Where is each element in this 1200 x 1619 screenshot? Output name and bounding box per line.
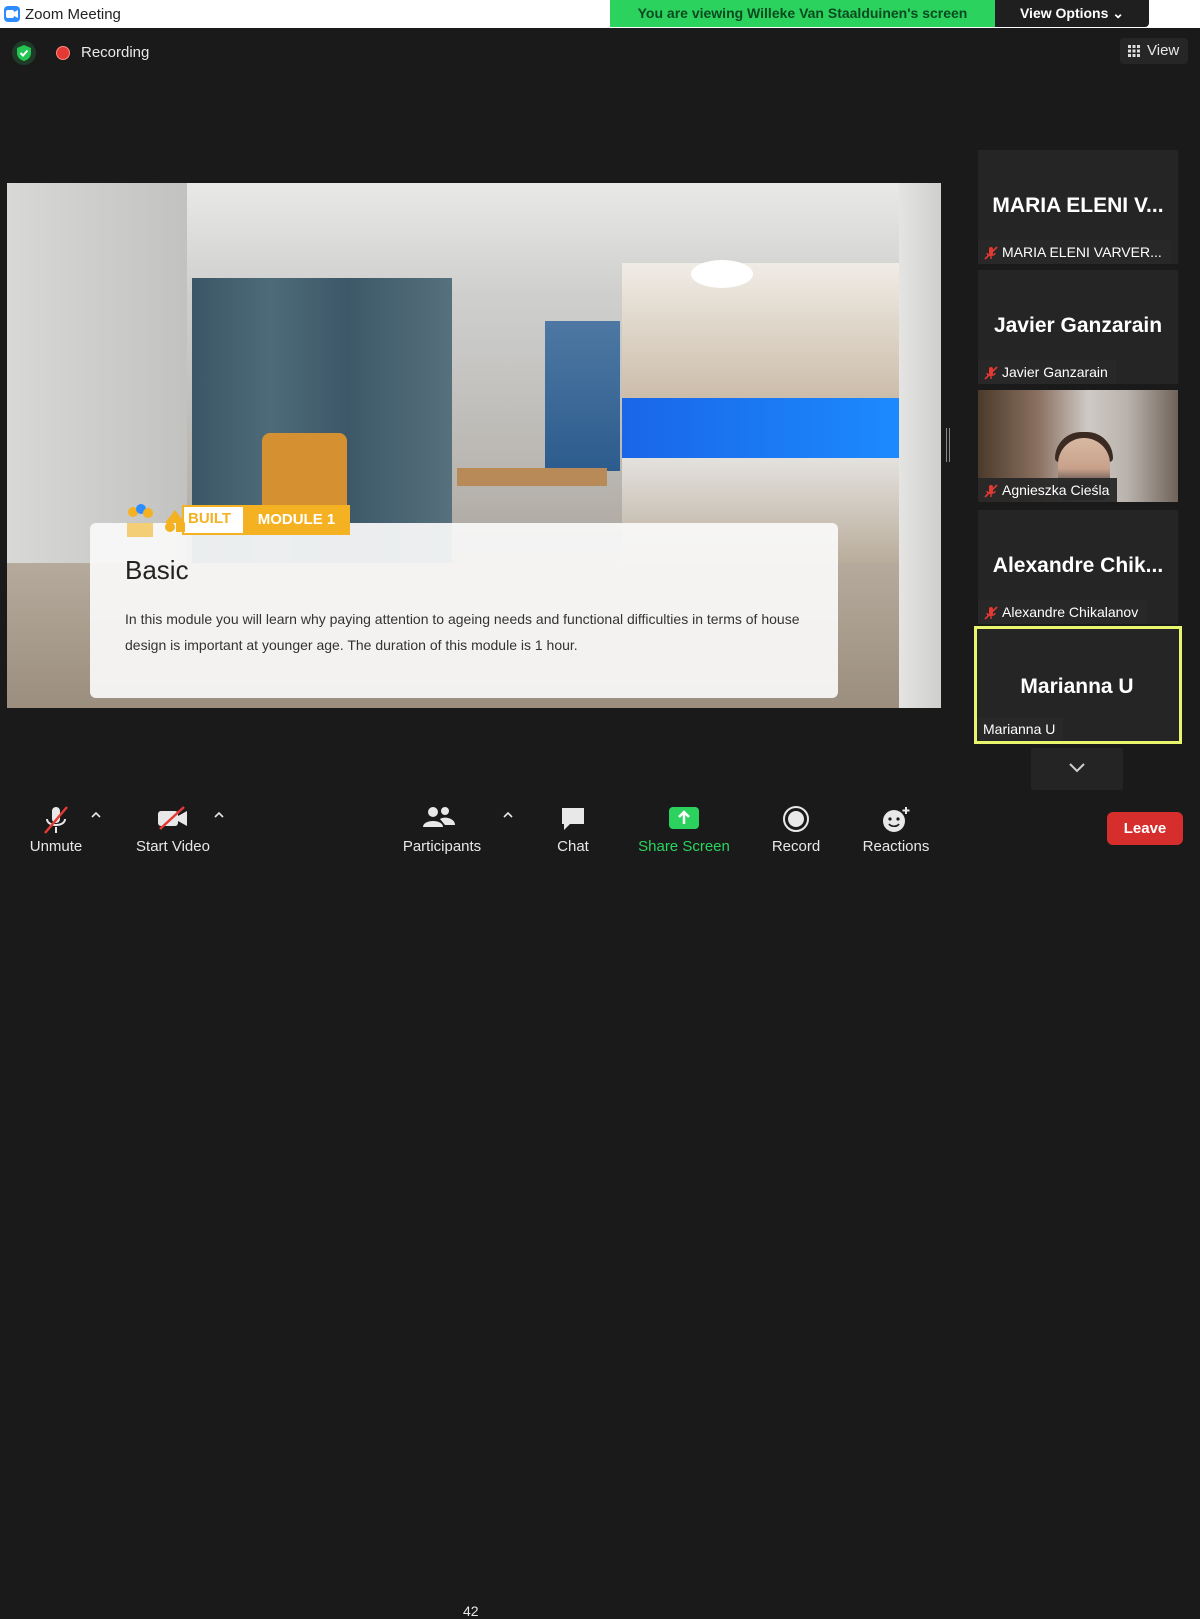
unmute-button[interactable]: Unmute: [20, 795, 92, 863]
slide-photo-backsplash: [622, 398, 912, 458]
scroll-participants-down-button[interactable]: [1031, 748, 1123, 790]
view-button[interactable]: View: [1120, 38, 1188, 64]
participant-nameplate: Agnieszka Cieśla: [978, 478, 1118, 502]
slide-text-card: BUILT MODULE 1 Basic In this module you …: [90, 504, 838, 698]
unmute-label: Unmute: [29, 838, 83, 855]
share-screen-label: Share Screen: [638, 838, 730, 855]
participant-display-name: Javier Ganzarain: [993, 314, 1163, 337]
participant-tile[interactable]: Javier Ganzarain Javier Ganzarain: [978, 270, 1178, 384]
reactions-icon: [883, 807, 910, 832]
participant-video-tile[interactable]: Agnieszka Cieśla: [978, 390, 1178, 502]
reactions-label: Reactions: [862, 838, 930, 855]
participant-nameplate: MARIA ELENI VARVER...: [978, 240, 1170, 264]
built-label: BUILT: [188, 510, 232, 527]
chat-icon: [562, 808, 584, 830]
handson-share-logo-icon: [127, 504, 153, 537]
reactions-button[interactable]: Reactions: [858, 795, 934, 863]
leave-button[interactable]: Leave: [1107, 812, 1183, 845]
participant-name: MARIA ELENI VARVER...: [1002, 244, 1162, 260]
participant-display-name: Marianna U: [1020, 675, 1134, 698]
record-label: Record: [771, 838, 821, 855]
record-button[interactable]: Record: [765, 795, 827, 863]
participant-tile-active-speaker[interactable]: Marianna U Marianna U: [974, 626, 1182, 744]
participant-name: Marianna U: [983, 721, 1056, 737]
participants-icon: [423, 807, 455, 827]
muted-mic-icon: [44, 806, 68, 834]
share-screen-button[interactable]: Share Screen: [636, 795, 732, 863]
view-button-label: View: [1147, 42, 1180, 59]
slide-body: In this module you will learn why paying…: [125, 611, 800, 653]
meeting-toolbar: Unmute Start Video Participants 42 Chat …: [0, 795, 1200, 1619]
participant-nameplate: Javier Ganzarain: [978, 360, 1116, 384]
recording-label: Recording: [81, 44, 150, 61]
record-icon: [783, 806, 809, 832]
slide-heading: Basic: [125, 555, 189, 585]
start-video-label: Start Video: [136, 838, 210, 855]
participants-label: Participants: [402, 838, 482, 855]
muted-mic-icon: [984, 366, 998, 380]
audio-options-caret-icon[interactable]: [91, 811, 101, 818]
participants-options-caret-icon[interactable]: [503, 811, 513, 818]
participant-nameplate: Marianna U: [977, 717, 1064, 741]
chat-button[interactable]: Chat: [545, 795, 601, 863]
view-options-button[interactable]: View Options ⌄: [995, 0, 1149, 27]
chat-label: Chat: [557, 838, 589, 855]
slide-photo-lamp: [691, 260, 753, 288]
participant-display-name: Alexandre Chik...: [992, 554, 1164, 577]
viewing-banner: You are viewing Willeke Van Staalduinen'…: [610, 0, 995, 27]
video-off-icon: [158, 806, 187, 830]
encryption-shield-icon[interactable]: [12, 41, 36, 65]
muted-mic-icon: [984, 606, 998, 620]
participant-name: Agnieszka Cieśla: [1002, 482, 1110, 498]
participant-nameplate: Alexandre Chikalanov: [978, 600, 1147, 624]
participants-count: 42: [463, 1603, 479, 1619]
muted-mic-icon: [984, 484, 998, 498]
participant-tile[interactable]: MARIA ELENI V... MARIA ELENI VARVER...: [978, 150, 1178, 264]
slide-photo-blue-wall: [545, 321, 620, 471]
shared-screen: BUILT MODULE 1 Basic In this module you …: [7, 183, 941, 708]
slide-photo-table: [457, 468, 607, 486]
panel-resize-handle[interactable]: [946, 428, 950, 462]
grid-view-icon: [1128, 45, 1140, 57]
window-title: Zoom Meeting: [25, 6, 121, 23]
chevron-down-icon: [1069, 763, 1085, 773]
participant-tile[interactable]: Alexandre Chik... Alexandre Chikalanov: [978, 510, 1178, 624]
zoom-app-icon: [4, 6, 20, 22]
slide-photo-right-wall: [899, 183, 941, 708]
module-badge: MODULE 1: [243, 505, 350, 535]
participant-name: Javier Ganzarain: [1002, 364, 1108, 380]
participant-display-name: MARIA ELENI V...: [992, 194, 1164, 217]
participant-name: Alexandre Chikalanov: [1002, 604, 1139, 620]
share-screen-icon: [669, 807, 699, 829]
video-options-caret-icon[interactable]: [214, 811, 224, 818]
participants-button[interactable]: Participants: [397, 795, 487, 863]
start-video-button[interactable]: Start Video: [130, 795, 216, 863]
shapes-icon: [165, 510, 185, 532]
recording-icon: [56, 46, 70, 60]
slide-photo-cabinets: [622, 263, 912, 413]
muted-mic-icon: [984, 246, 998, 260]
